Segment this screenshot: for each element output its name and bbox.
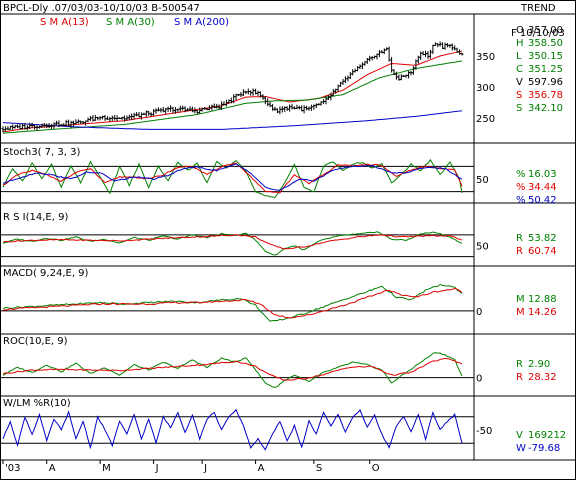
legend-sma200: S M A(200) — [174, 17, 229, 28]
price-stat-value: 342.10 — [528, 103, 563, 114]
x-axis-tick-label: S — [316, 463, 322, 474]
stochastic-y-tick: 50 — [476, 175, 489, 186]
stochastic-stat-value: 50.42 — [528, 195, 557, 206]
chart-title: BPCL-Dly .07/03/03-10/10/03 B-500547 — [3, 3, 200, 14]
technical-chart: BPCL-Dly .07/03/03-10/10/03 B-500547 TRE… — [0, 0, 576, 480]
trend-label: TREND — [520, 3, 556, 14]
williams-stat-key: V — [516, 430, 523, 441]
rsi-y-tick: 50 — [476, 242, 489, 253]
price-stat-key: L — [516, 51, 522, 62]
x-axis-tick-label: O — [372, 463, 380, 474]
macd-stat-value: 12.88 — [528, 294, 557, 305]
roc-y-tick: 0 — [476, 374, 482, 385]
rsi-stat-key: R — [516, 233, 523, 244]
price-stat-key: H — [516, 38, 524, 49]
williams-stat-value: -79.68 — [528, 443, 560, 454]
williams-y-tick: -50 — [476, 426, 492, 437]
rsi-stat-value: 60.74 — [528, 246, 557, 257]
chart-window: BPCL-Dly .07/03/03-10/10/03 B-500547 TRE… — [0, 0, 576, 480]
williams-stat-value: 169212 — [528, 430, 566, 441]
price-stat-key: V — [516, 77, 523, 88]
rsi-stat-key: R — [516, 246, 523, 257]
price-stat-value: 356.78 — [528, 90, 563, 101]
price-stat-value: 357.00 — [528, 25, 563, 36]
price-stat-key: C — [516, 64, 523, 75]
macd-title: MACD( 9,24,E, 9) — [3, 268, 89, 279]
stochastic-stat-key: % — [516, 169, 526, 180]
price-stat-value: 358.50 — [528, 38, 563, 49]
price-stat-key: S — [516, 103, 522, 114]
price-y-tick: 250 — [476, 114, 495, 125]
roc-stat-value: 2.90 — [528, 359, 550, 370]
roc-stat-key: R — [516, 372, 523, 383]
roc-stat-value: 28.32 — [528, 372, 557, 383]
price-stat-value: 597.96 — [528, 77, 563, 88]
williams-stat-key: W — [516, 443, 526, 454]
price-y-tick: 300 — [476, 83, 495, 94]
price-stat-key: O — [516, 25, 524, 36]
roc-stat-key: R — [516, 359, 523, 370]
stochastic-stat-key: % — [516, 195, 526, 206]
rsi-stat-value: 53.82 — [528, 233, 557, 244]
stochastic-stat-value: 16.03 — [528, 169, 557, 180]
rsi-title: R S I(14,E, 9) — [3, 212, 68, 223]
x-axis-tick-label: J — [155, 463, 159, 474]
stochastic-stat-key: % — [516, 182, 526, 193]
macd-y-tick: 0 — [476, 307, 482, 318]
x-axis-tick-label: '03 — [5, 463, 20, 474]
x-axis-tick-label: A — [49, 463, 56, 474]
x-axis-tick-label: M — [102, 463, 111, 474]
stochastic-title: Stoch3( 7, 3, 3) — [3, 147, 80, 158]
macd-stat-key: M — [516, 294, 525, 305]
roc-title: ROC(10,E, 9) — [3, 336, 68, 347]
stochastic-stat-value: 34.44 — [528, 182, 557, 193]
price-stat-value: 350.15 — [528, 51, 563, 62]
legend-sma13: S M A(13) — [40, 17, 89, 28]
price-stat-value: 351.25 — [528, 64, 563, 75]
macd-stat-value: 14.26 — [528, 307, 557, 318]
macd-stat-key: M — [516, 307, 525, 318]
legend-sma30: S M A(30) — [106, 17, 155, 28]
price-y-tick: 350 — [476, 52, 495, 63]
x-axis-tick-label: A — [258, 463, 265, 474]
price-stat-key: S — [516, 90, 522, 101]
williams-title: W/LM %R(10) — [3, 398, 71, 409]
x-axis-tick-label: J — [203, 463, 207, 474]
